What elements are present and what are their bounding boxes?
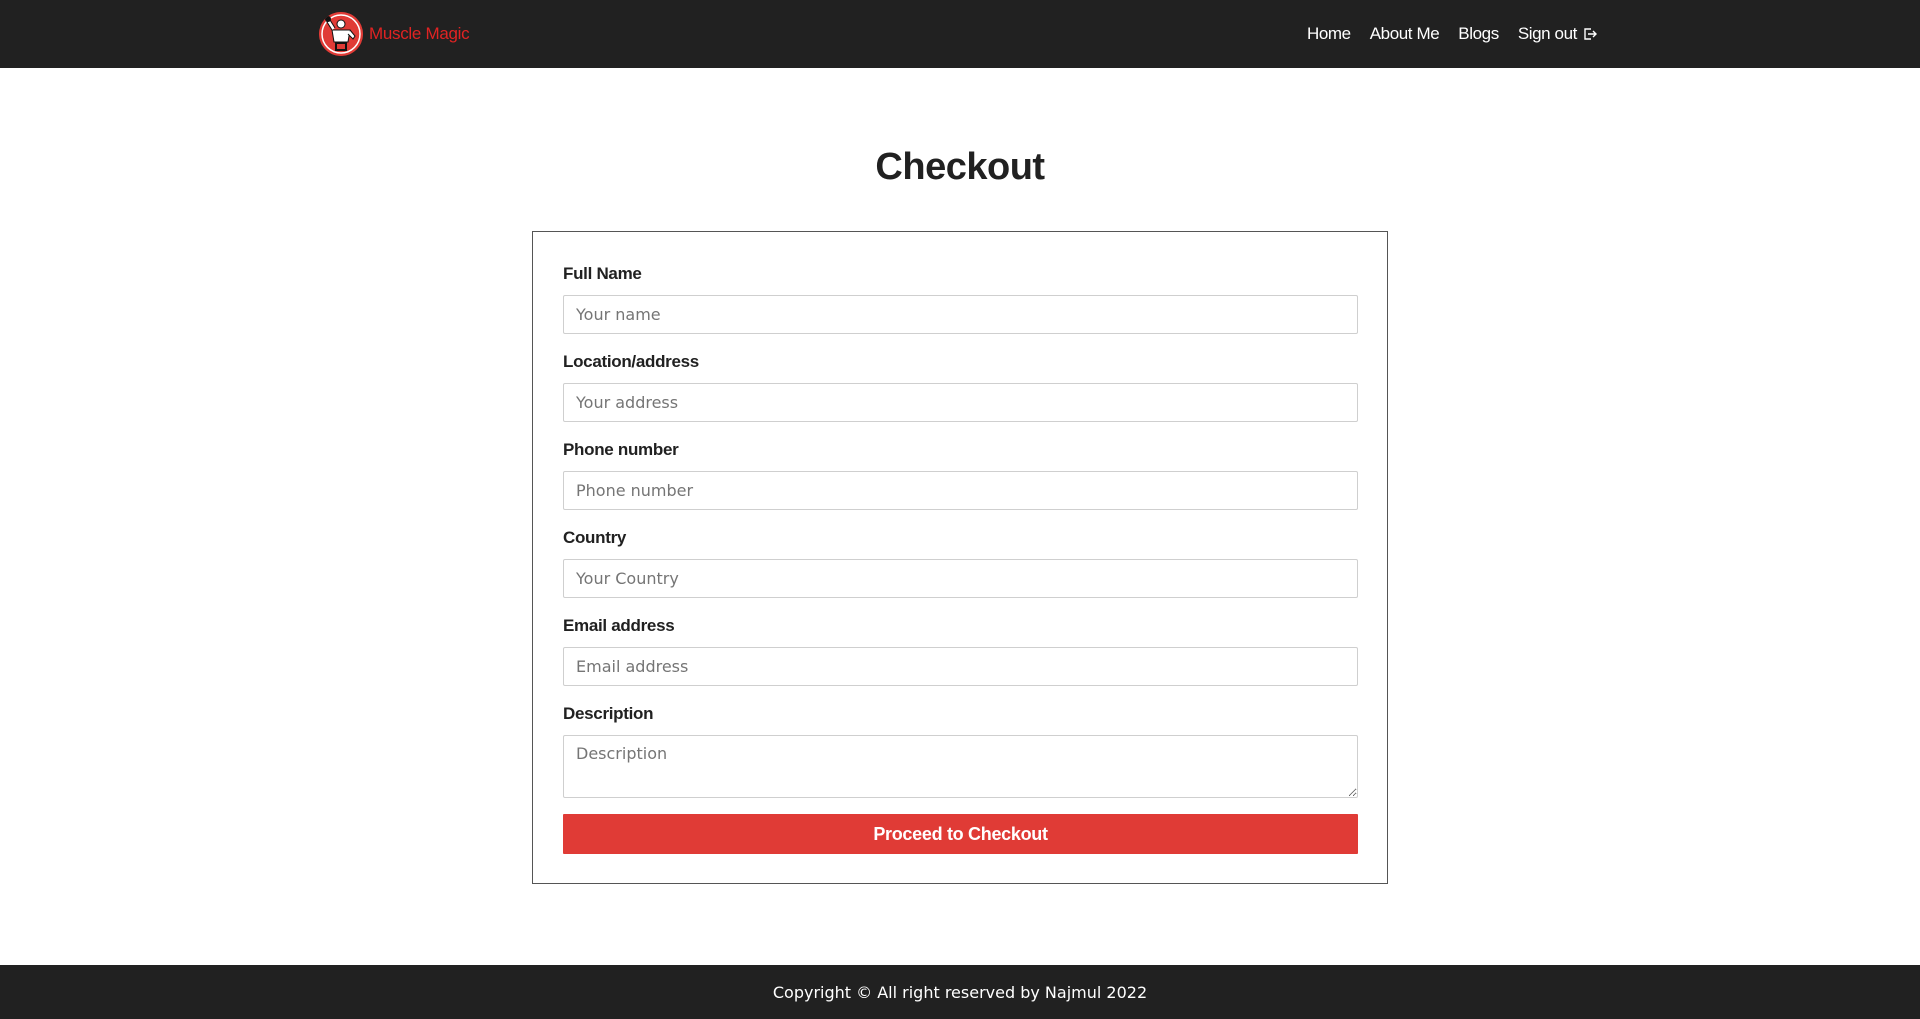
phone-input[interactable] [563,471,1358,510]
country-input[interactable] [563,559,1358,598]
proceed-to-checkout-button[interactable]: Proceed to Checkout [563,814,1358,854]
top-navbar: Muscle Magic Home About Me Blogs Sign ou… [0,0,1920,68]
country-label: Country [563,528,627,547]
nav-item-home[interactable]: Home [1307,24,1351,44]
bodybuilder-logo-icon [319,12,363,56]
full-name-label: Full Name [563,264,642,283]
sign-out-icon [1584,28,1597,40]
brand-name: Muscle Magic [369,24,470,43]
description-textarea[interactable] [563,735,1358,798]
email-input[interactable] [563,647,1358,686]
email-label: Email address [563,616,675,635]
phone-label: Phone number [563,440,679,459]
brand-link[interactable]: Muscle Magic [319,10,470,58]
nav-item-sign-out[interactable]: Sign out [1518,24,1598,44]
nav-item-about-me[interactable]: About Me [1370,24,1440,44]
main-nav: Home About Me Blogs Sign out [1307,0,1598,68]
nav-item-blogs[interactable]: Blogs [1458,24,1499,44]
description-label: Description [563,704,654,723]
page-title: Checkout [875,146,1045,188]
footer: Copyright © All right reserved by Najmul… [0,965,1920,1019]
checkout-form: Full Name Location/address Phone number … [532,231,1388,884]
address-label: Location/address [563,352,699,371]
full-name-input[interactable] [563,295,1358,334]
sign-out-label: Sign out [1517,24,1578,43]
copyright-text: Copyright © All right reserved by Najmul… [772,982,1148,1002]
address-input[interactable] [563,383,1358,422]
